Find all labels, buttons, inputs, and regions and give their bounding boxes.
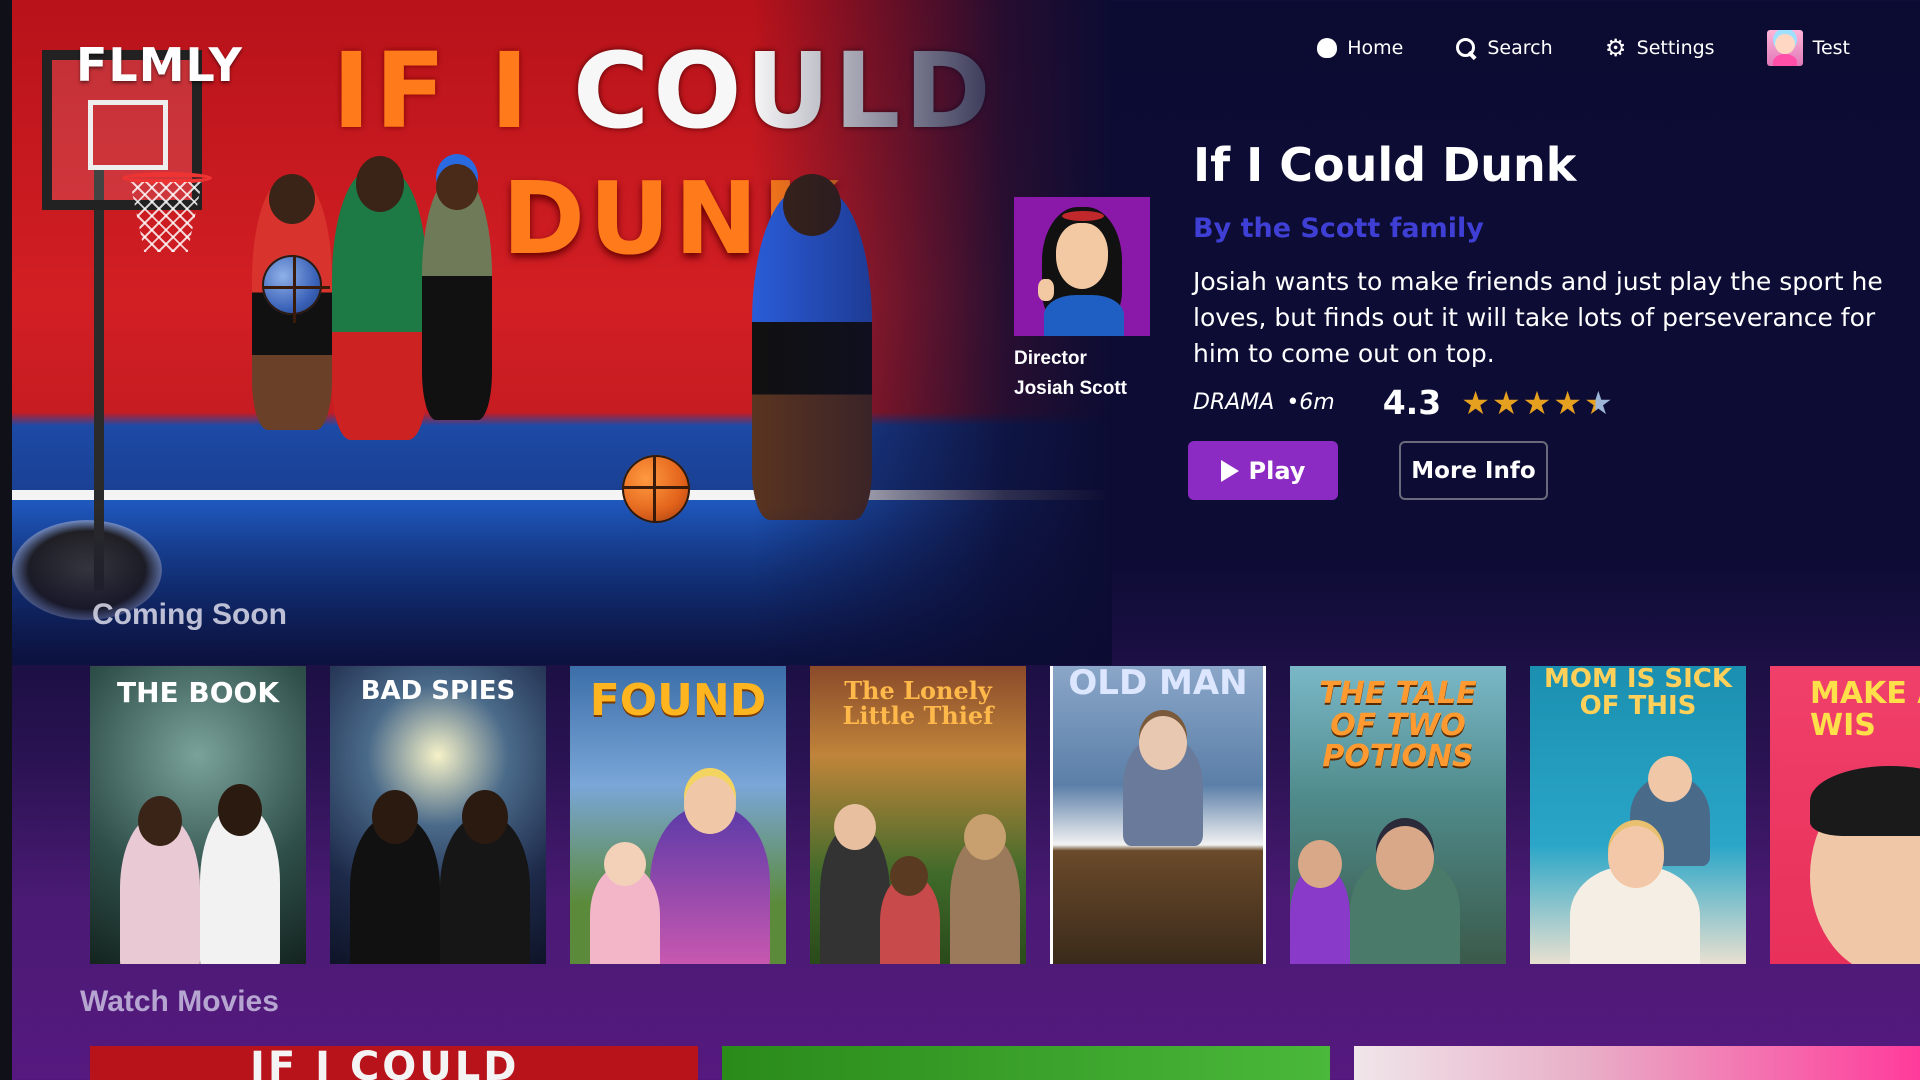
poster-figure [650, 776, 770, 964]
poster-found[interactable]: FOUND [570, 666, 786, 964]
poster-title: THE BOOK [116, 676, 280, 709]
search-icon [1455, 37, 1477, 59]
avatar-hair-streak [1062, 211, 1104, 221]
poster-figure [950, 814, 1020, 964]
movie-byline: By the Scott family [1193, 213, 1484, 244]
poster-title: MAKE A WIS [1810, 676, 1920, 743]
hero-artwork: IF I COULD DUNK Coming Soon [12, 0, 1112, 665]
star-icon: ★ [1553, 383, 1582, 422]
poster-title: THE TALE OF TWO POTIONS [1319, 676, 1477, 774]
star-half-icon: ★ [1583, 383, 1613, 422]
movie-description: Josiah wants to make friends and just pl… [1193, 267, 1883, 368]
poster-figure [1350, 826, 1460, 964]
figure-kid-3 [422, 164, 492, 420]
nav-search[interactable]: Search [1455, 37, 1553, 59]
avatar [1766, 30, 1803, 66]
genre-label: DRAMA [1193, 390, 1275, 415]
movie-card-title: IF I COULD [250, 1046, 520, 1080]
poster-figure [120, 796, 200, 964]
play-icon [1220, 459, 1239, 482]
poster-the-book[interactable]: THE BOOK [90, 666, 306, 964]
poster-title: MOM IS SICK OF THIS [1544, 666, 1732, 722]
nav-settings[interactable]: ⚙ Settings [1604, 34, 1715, 62]
poster-tale-of-two-potions[interactable]: THE TALE OF TWO POTIONS [1290, 666, 1506, 964]
movie-card-2[interactable] [722, 1046, 1330, 1080]
avatar-hand [1038, 279, 1054, 301]
poster-figure [880, 856, 940, 964]
avatar-shirt [1044, 295, 1124, 336]
poster-old-man[interactable]: OLD MAN [1050, 666, 1266, 964]
poster-figure [1290, 840, 1350, 964]
hoop-net [130, 182, 202, 252]
home-icon [1317, 38, 1338, 58]
runtime-label: •6m [1286, 390, 1335, 415]
poster-figure [440, 790, 530, 964]
nav-profile-label: Test [1812, 37, 1850, 59]
poster-figure [1123, 716, 1203, 846]
poster-figure [590, 842, 660, 964]
rating-value: 4.3 [1382, 383, 1442, 422]
nav-home-label: Home [1347, 37, 1404, 59]
poster-figure [200, 784, 280, 964]
gear-icon: ⚙ [1604, 34, 1627, 62]
movie-meta: DRAMA •6m 4.3 ★ ★ ★ ★ ★ [1193, 383, 1613, 422]
star-icon: ★ [1522, 383, 1552, 422]
star-icon: ★ [1491, 383, 1521, 422]
left-edge-bar [0, 0, 12, 1080]
poster-title: The Lonely Little Thief [842, 676, 994, 731]
top-nav: Home Search ⚙ Settings Test [1317, 30, 1850, 66]
section-title-watch-movies: Watch Movies [80, 985, 279, 1018]
poster-bad-spies[interactable]: BAD SPIES [330, 666, 546, 964]
poster-title: FOUND [589, 675, 767, 726]
figure-kid-2 [332, 156, 427, 440]
basketball-graphic [262, 255, 330, 323]
poster-figure [1570, 826, 1700, 964]
play-button[interactable]: Play [1188, 441, 1338, 500]
star-rating: ★ ★ ★ ★ ★ [1461, 387, 1612, 419]
play-button-label: Play [1248, 456, 1306, 485]
poster-make-a-wish[interactable]: MAKE A WIS [1770, 666, 1920, 964]
poster-title: OLD MAN [1068, 666, 1248, 703]
coming-soon-row: THE BOOK BAD SPIES FOUND The Lonely Litt… [90, 666, 1920, 964]
movie-card-if-i-could-dunk[interactable]: IF I COULD [90, 1046, 698, 1080]
nav-search-label: Search [1487, 37, 1553, 59]
nav-settings-label: Settings [1636, 37, 1715, 59]
coming-soon-label: Coming Soon [92, 598, 287, 631]
poster-figure [1810, 766, 1920, 964]
poster-lonely-little-thief[interactable]: The Lonely Little Thief [810, 666, 1026, 964]
star-icon: ★ [1461, 383, 1490, 422]
avatar-face [1056, 223, 1108, 289]
director-role: Director [1014, 348, 1087, 369]
movie-card-3[interactable] [1354, 1046, 1920, 1080]
director-name: Josiah Scott [1014, 378, 1127, 399]
more-info-button[interactable]: More Info [1399, 441, 1548, 500]
nav-profile[interactable]: Test [1766, 30, 1850, 66]
hero-fade-bottom [12, 505, 1112, 665]
app-logo[interactable]: FLMLY [76, 38, 243, 92]
poster-figure [350, 790, 440, 964]
nav-home[interactable]: Home [1317, 37, 1403, 59]
movie-title: If I Could Dunk [1193, 138, 1577, 192]
poster-title: BAD SPIES [360, 676, 516, 706]
director-avatar [1014, 197, 1150, 336]
poster-mom-is-sick-of-this[interactable]: MOM IS SICK OF THIS [1530, 666, 1746, 964]
director-info: Director Josiah Scott [1014, 344, 1127, 404]
